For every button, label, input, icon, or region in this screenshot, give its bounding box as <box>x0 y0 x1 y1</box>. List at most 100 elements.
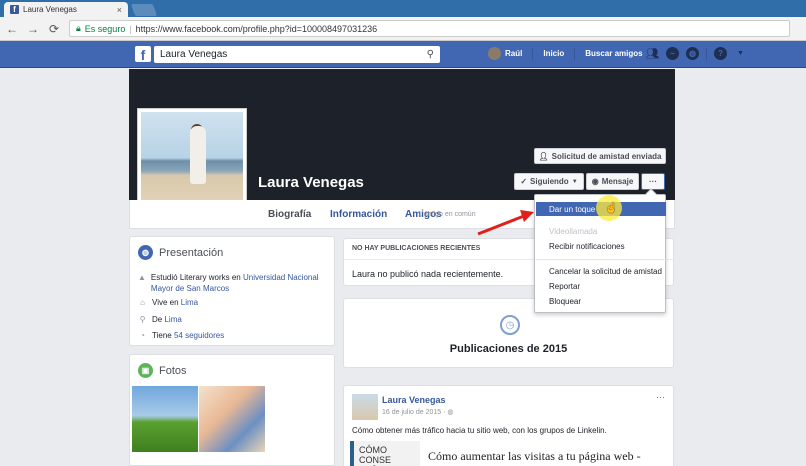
graduation-cap-icon: ▲ <box>138 273 146 282</box>
avatar[interactable] <box>488 47 501 60</box>
from-text: De Lima <box>152 314 182 325</box>
add-friend-icon: 👤︎ <box>538 151 549 161</box>
lock-icon: 🔒︎ <box>76 23 81 33</box>
post-link-image[interactable]: CÓMO CONSE TRÁFICO WEB <box>350 441 420 466</box>
menu-item-notifications[interactable]: Recibir notificaciones <box>536 239 666 253</box>
globe-icon: ◍ <box>447 409 454 416</box>
more-icon: ··· <box>649 177 657 186</box>
divider <box>574 47 576 60</box>
followers-text: Tiene 54 seguidores <box>152 330 224 341</box>
lives-prefix: Vive en <box>152 298 179 307</box>
secure-label: Es seguro <box>84 23 126 34</box>
browser-tab-bar: f Laura Venegas × <box>0 0 806 17</box>
post-date-text: 16 de julio de 2015 · <box>382 409 448 416</box>
friend-request-sent-button[interactable]: 👤︎ Solicitud de amistad enviada <box>534 148 666 164</box>
post-text: Cómo obtener más tráfico hacia tu sitio … <box>352 426 607 435</box>
search-value: Laura Venegas <box>160 49 228 60</box>
header-nav: Raúl Inicio Buscar amigos <box>488 47 643 60</box>
clock-icon: ◷ <box>500 315 520 335</box>
facebook-header: f Laura Venegas ⚲ Raúl Inicio Buscar ami… <box>0 41 806 68</box>
divider <box>536 259 666 260</box>
arrow-left-icon[interactable]: ← <box>6 22 18 36</box>
arrow-right-icon[interactable]: → <box>27 22 39 36</box>
user-name-link[interactable]: Raúl <box>505 49 522 58</box>
menu-item-block[interactable]: Bloquear <box>536 294 666 308</box>
profile-name[interactable]: Laura Venegas <box>258 174 364 191</box>
url-path: /profile.php?id=100008497031236 <box>240 23 378 34</box>
following-label: Siguiendo <box>530 177 569 186</box>
profile-photo-figure <box>189 126 206 185</box>
publications-title: Publicaciones de 2015 <box>449 343 568 355</box>
browser-tab[interactable]: f Laura Venegas × <box>4 2 128 17</box>
from-link[interactable]: Lima <box>164 315 181 324</box>
home-icon: ⌂ <box>140 298 145 307</box>
facebook-logo-icon[interactable]: f <box>135 46 151 62</box>
url-input[interactable]: 🔒︎ Es seguro | https://www.facebook.com /… <box>69 20 790 37</box>
intro-header: ◍ Presentación <box>138 245 223 260</box>
globe-icon: ◍ <box>138 245 153 260</box>
tab-biografia[interactable]: Biografía <box>268 209 311 220</box>
followers-prefix: Tiene <box>152 331 172 340</box>
photos-card: ▣ Fotos <box>129 354 335 466</box>
profile-photo-image <box>141 112 243 214</box>
photo-icon: ▣ <box>138 363 153 378</box>
chevron-down-icon: ▼ <box>571 178 578 185</box>
menu-item-cancel-request[interactable]: Cancelar la solicitud de amistad <box>536 264 666 278</box>
followers-link[interactable]: 54 seguidores <box>174 331 224 340</box>
chevron-down-icon[interactable]: ▼ <box>734 47 747 60</box>
intro-card: ◍ Presentación ▲ Estudió Literary works … <box>129 236 335 346</box>
friend-requests-icon[interactable]: 👥︎ <box>646 47 660 60</box>
intro-followers: ◔ Tiene 54 seguidores <box>138 330 224 341</box>
red-arrow-annotation <box>477 210 534 236</box>
intro-lives: ⌂ Vive en Lima <box>138 297 198 308</box>
post-date[interactable]: 16 de julio de 2015 · ◍ <box>382 408 454 416</box>
no-posts-header: NO HAY PUBLICACIONES RECIENTES <box>352 245 481 252</box>
post-card: Laura Venegas 16 de julio de 2015 · ◍ ··… <box>343 385 674 466</box>
hand-cursor-icon: ☝ <box>605 203 618 214</box>
message-button[interactable]: ◉ Mensaje <box>586 173 639 190</box>
location-pin-icon: ⚲ <box>139 315 146 324</box>
menu-item-report[interactable]: Reportar <box>536 279 666 293</box>
following-button[interactable]: ✓ Siguiendo ▼ <box>514 173 584 190</box>
messenger-icon[interactable]: ~ <box>666 47 679 60</box>
photos-header: ▣ Fotos <box>138 363 187 378</box>
globe-icon[interactable]: ◍ <box>686 47 699 60</box>
check-icon: ✓ <box>520 177 528 186</box>
intro-education: ▲ Estudió Literary works en Universidad … <box>138 272 323 294</box>
intro-title: Presentación <box>159 246 224 259</box>
rss-icon: ◔ <box>140 331 145 340</box>
education-prefix: Estudió Literary works en <box>150 273 241 282</box>
avatar[interactable] <box>352 394 378 420</box>
intro-from: ⚲ De Lima <box>138 314 182 325</box>
find-friends-link[interactable]: Buscar amigos <box>585 49 642 58</box>
close-icon[interactable]: × <box>117 5 122 15</box>
post-author[interactable]: Laura Venegas <box>382 395 446 405</box>
new-tab-button[interactable] <box>130 4 158 16</box>
header-icons: 👥︎ ~ ◍ ? ▼ <box>646 47 747 60</box>
url-separator: | <box>129 23 132 34</box>
mutual-friends-count: 1 amigo en común <box>418 211 476 218</box>
photos-title[interactable]: Fotos <box>159 365 187 377</box>
more-options-button[interactable]: ··· <box>641 173 665 190</box>
post-link-headline[interactable]: Cómo aumentar las visitas a tu página we… <box>420 441 670 466</box>
reload-icon[interactable]: ⟳ <box>48 22 60 36</box>
tab-title: Laura Venegas <box>23 5 77 14</box>
lives-text: Vive en Lima <box>152 297 198 308</box>
divider <box>532 47 534 60</box>
search-icon[interactable]: ⚲ <box>427 49 434 60</box>
divider <box>706 47 707 60</box>
from-prefix: De <box>152 315 163 324</box>
home-link[interactable]: Inicio <box>543 49 564 58</box>
lives-link[interactable]: Lima <box>181 298 198 307</box>
no-posts-text: Laura no publicó nada recientemente. <box>352 269 504 279</box>
search-input[interactable]: Laura Venegas ⚲ <box>154 46 440 63</box>
messenger-icon: ◉ <box>591 177 599 186</box>
post-menu-button[interactable]: ··· <box>656 392 665 402</box>
tab-informacion[interactable]: Información <box>330 209 387 220</box>
facebook-favicon-icon: f <box>10 5 19 14</box>
education-text: Estudió Literary works en Universidad Na… <box>151 272 323 294</box>
photo-thumbnail[interactable] <box>199 386 265 452</box>
friend-request-label: Solicitud de amistad enviada <box>551 151 662 161</box>
help-icon[interactable]: ? <box>714 47 727 60</box>
photo-thumbnail[interactable] <box>132 386 198 452</box>
